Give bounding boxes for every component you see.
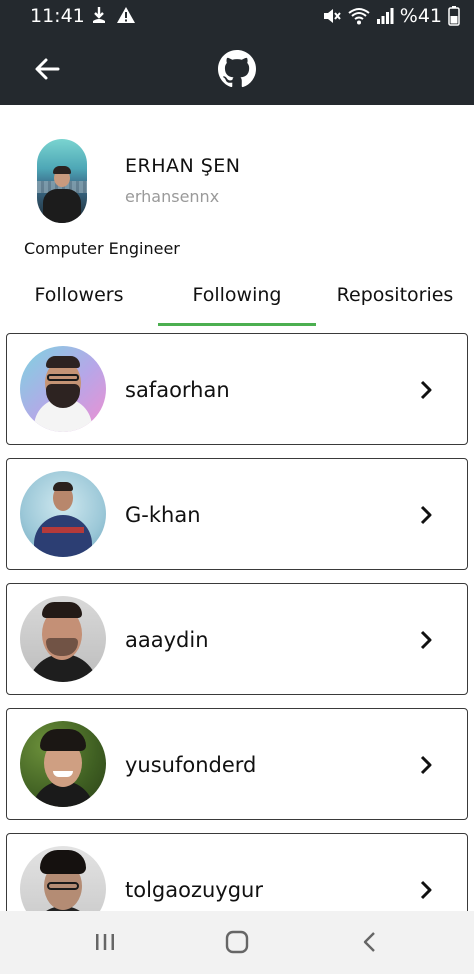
list-item[interactable]: yusufonderd bbox=[6, 708, 468, 820]
recent-apps-icon bbox=[96, 934, 114, 950]
home-button[interactable] bbox=[214, 925, 260, 959]
system-nav-bar bbox=[0, 911, 474, 974]
signal-icon bbox=[376, 7, 394, 25]
status-time: 11:41 bbox=[30, 5, 85, 27]
avatar bbox=[20, 721, 106, 807]
list-item-login: tolgaozuygur bbox=[125, 878, 263, 902]
profile-tabs: Followers Following Repositories bbox=[0, 275, 474, 327]
tab-followers[interactable]: Followers bbox=[0, 275, 158, 327]
list-item[interactable]: safaorhan bbox=[6, 333, 468, 445]
back-nav-icon bbox=[363, 932, 375, 952]
avatar bbox=[20, 346, 106, 432]
status-bar: 11:41 %41 bbox=[0, 0, 474, 32]
tab-following[interactable]: Following bbox=[158, 275, 316, 327]
profile-login: erhansennx bbox=[125, 187, 220, 206]
chevron-right-icon bbox=[420, 880, 432, 900]
list-item[interactable]: tolgaozuygur bbox=[6, 833, 468, 911]
list-item[interactable]: G-khan bbox=[6, 458, 468, 570]
list-item-login: yusufonderd bbox=[125, 753, 257, 777]
arrow-left-icon bbox=[35, 58, 60, 80]
back-button[interactable] bbox=[24, 46, 70, 92]
screen: 11:41 %41 ERHAN ŞEN erhansennx Computer … bbox=[0, 0, 474, 974]
chevron-right-icon bbox=[420, 505, 432, 525]
tab-indicator bbox=[158, 323, 316, 326]
list-item-login: safaorhan bbox=[125, 378, 230, 402]
wifi-icon bbox=[348, 6, 370, 26]
chevron-right-icon bbox=[420, 380, 432, 400]
following-list: safaorhan G-khan aaaydin yusufonderd tol… bbox=[0, 333, 474, 911]
profile-bio: Computer Engineer bbox=[24, 239, 180, 258]
chevron-right-icon bbox=[420, 755, 432, 775]
list-item-login: G-khan bbox=[125, 503, 201, 527]
github-icon bbox=[218, 50, 256, 88]
avatar bbox=[20, 596, 106, 682]
battery-text: %41 bbox=[399, 5, 442, 27]
mute-icon bbox=[322, 6, 342, 26]
recent-apps-button[interactable] bbox=[82, 925, 128, 959]
battery-icon bbox=[448, 6, 460, 26]
profile-name: ERHAN ŞEN bbox=[125, 155, 241, 177]
chevron-right-icon bbox=[420, 630, 432, 650]
warning-icon bbox=[116, 5, 136, 25]
avatar bbox=[20, 846, 106, 911]
app-bar bbox=[0, 32, 474, 105]
home-icon bbox=[225, 930, 249, 954]
tab-repositories[interactable]: Repositories bbox=[316, 275, 474, 327]
list-item[interactable]: aaaydin bbox=[6, 583, 468, 695]
back-nav-button[interactable] bbox=[347, 925, 393, 959]
top-bar: 11:41 %41 bbox=[0, 0, 474, 105]
profile-avatar bbox=[37, 139, 87, 223]
avatar bbox=[20, 471, 106, 557]
status-left-icons bbox=[90, 5, 136, 25]
download-notification-icon bbox=[90, 5, 108, 25]
status-right-icons: %41 bbox=[322, 5, 460, 27]
list-item-login: aaaydin bbox=[125, 628, 209, 652]
profile-header: ERHAN ŞEN erhansennx Computer Engineer bbox=[0, 105, 474, 275]
